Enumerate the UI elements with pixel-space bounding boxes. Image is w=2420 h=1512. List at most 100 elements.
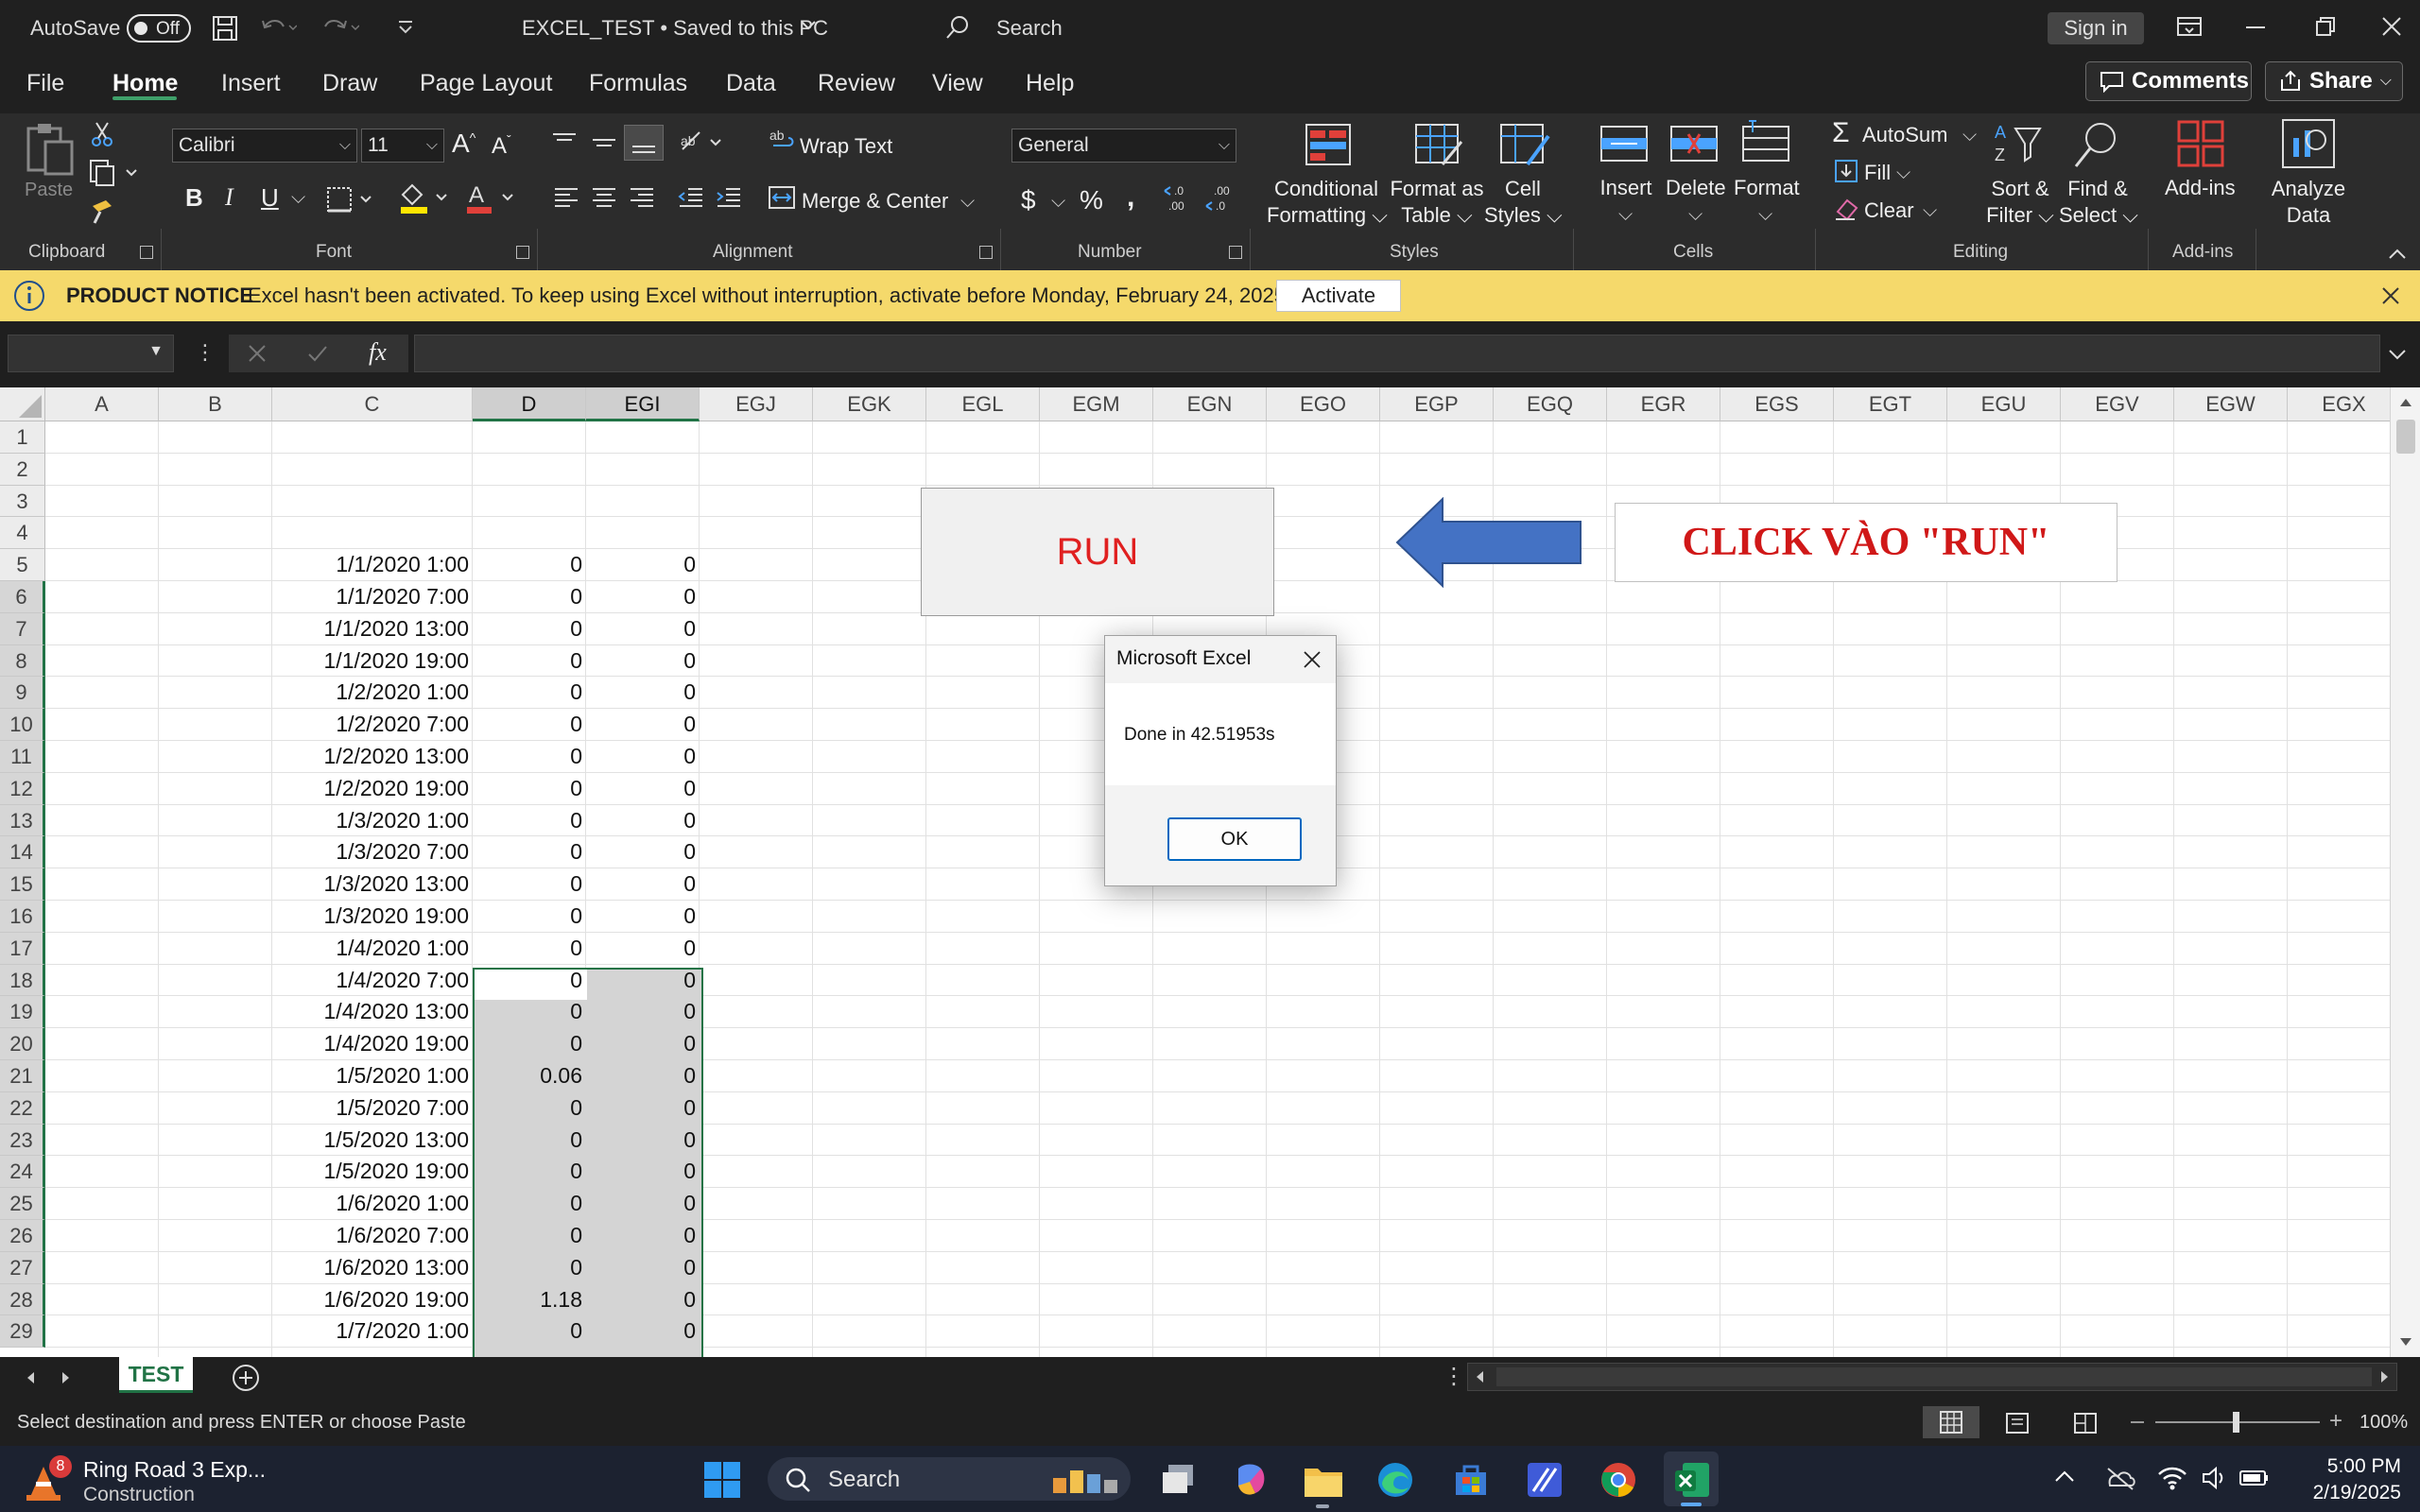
row-header[interactable]: 25 <box>0 1188 45 1220</box>
tab-file[interactable]: File <box>26 70 64 97</box>
sort-filter-button[interactable]: Sort & Filter ⌵ <box>1985 176 2055 229</box>
font-size-select[interactable]: 11 ⌵ <box>361 129 444 163</box>
cell-c-4[interactable] <box>272 517 473 549</box>
column-header-a[interactable]: A <box>45 387 159 421</box>
cell-d-9[interactable]: 0 <box>473 677 586 709</box>
page-layout-view-icon[interactable] <box>2004 1412 2031 1435</box>
task-view-icon[interactable] <box>1159 1461 1197 1499</box>
cell-c-25[interactable]: 1/6/2020 1:00 <box>272 1188 473 1220</box>
chrome-icon[interactable] <box>1599 1461 1637 1499</box>
cell-egi-23[interactable]: 0 <box>586 1125 700 1157</box>
clear-button[interactable]: Clear <box>1864 198 1914 223</box>
format-as-table-button[interactable]: Format as Table ⌵ <box>1388 176 1486 229</box>
close-notice-icon[interactable] <box>2380 285 2401 306</box>
analyze-data-button[interactable]: Analyze Data <box>2269 176 2348 229</box>
cell-d-17[interactable]: 0 <box>473 933 586 965</box>
column-header-b[interactable]: B <box>159 387 272 421</box>
cell-c-19[interactable]: 1/4/2020 13:00 <box>272 996 473 1028</box>
row-header[interactable]: 28 <box>0 1283 45 1316</box>
delete-dropdown-icon[interactable]: ⌵ <box>1688 204 1703 226</box>
cell-c-15[interactable]: 1/3/2020 13:00 <box>272 868 473 901</box>
row-header[interactable]: 2 <box>0 453 45 486</box>
tab-draw[interactable]: Draw <box>322 70 377 97</box>
cell-c-29[interactable]: 1/7/2020 1:00 <box>272 1315 473 1348</box>
sheet-tab-test[interactable]: TEST <box>119 1357 193 1393</box>
cell-egi-2[interactable] <box>586 454 700 486</box>
addins-button[interactable]: Add-ins <box>2165 176 2236 200</box>
format-as-table-icon[interactable] <box>1414 123 1465 168</box>
minimize-button[interactable] <box>2246 26 2265 28</box>
insert-function-button[interactable]: fx <box>369 338 387 367</box>
close-window-button[interactable] <box>2380 15 2403 38</box>
excel-taskbar-button[interactable] <box>1664 1452 1719 1506</box>
column-header-egv[interactable]: EGV <box>2061 387 2174 421</box>
cell-d-20[interactable]: 0 <box>473 1028 586 1060</box>
cell-c-2[interactable] <box>272 454 473 486</box>
cell-c-16[interactable]: 1/3/2020 19:00 <box>272 901 473 933</box>
align-center-icon[interactable] <box>590 185 618 210</box>
tab-formulas[interactable]: Formulas <box>589 70 687 97</box>
cell-d-23[interactable]: 0 <box>473 1125 586 1157</box>
cell-d-28[interactable]: 1.18 <box>473 1284 586 1316</box>
edge-icon[interactable] <box>1376 1461 1414 1499</box>
fill-button[interactable]: Fill <box>1864 161 1891 185</box>
align-bottom-icon[interactable] <box>624 125 664 161</box>
underline-dropdown-icon[interactable]: ⌵ <box>291 187 305 209</box>
cell-d-27[interactable]: 0 <box>473 1252 586 1284</box>
scroll-up-icon[interactable] <box>2398 395 2413 408</box>
formula-bar-options-icon[interactable]: ⋮ <box>195 340 216 365</box>
clear-dropdown-icon[interactable]: ⌵ <box>1923 200 1937 222</box>
align-top-icon[interactable] <box>550 130 579 155</box>
tab-home[interactable]: Home <box>112 70 178 97</box>
redo-icon[interactable] <box>321 15 359 42</box>
app-icon[interactable] <box>1526 1461 1564 1499</box>
column-header-egt[interactable]: EGT <box>1834 387 1947 421</box>
customize-qat-icon[interactable] <box>395 17 416 38</box>
conditional-formatting-icon[interactable] <box>1305 123 1352 166</box>
add-sheet-icon[interactable] <box>231 1363 261 1393</box>
number-launcher-icon[interactable] <box>1229 246 1242 259</box>
increase-indent-icon[interactable] <box>715 185 743 210</box>
row-header[interactable]: 1 <box>0 421 45 454</box>
cell-c-9[interactable]: 1/2/2020 1:00 <box>272 677 473 709</box>
number-format-select[interactable]: General ⌵ <box>1011 129 1236 163</box>
dialog-close-icon[interactable] <box>1302 649 1322 670</box>
cell-c-6[interactable]: 1/1/2020 7:00 <box>272 581 473 613</box>
cell-egi-24[interactable]: 0 <box>586 1156 700 1188</box>
row-header[interactable]: 5 <box>0 549 45 581</box>
tab-view[interactable]: View <box>932 70 983 97</box>
align-middle-icon[interactable] <box>590 130 618 155</box>
delete-button[interactable]: Delete <box>1666 176 1726 200</box>
cell-egi-29[interactable]: 0 <box>586 1315 700 1348</box>
merge-center-icon[interactable] <box>768 183 796 212</box>
cell-d-22[interactable]: 0 <box>473 1092 586 1125</box>
find-select-icon[interactable] <box>2072 119 2123 170</box>
row-header[interactable]: 3 <box>0 485 45 518</box>
cell-c-23[interactable]: 1/5/2020 13:00 <box>272 1125 473 1157</box>
enter-entry-icon[interactable] <box>306 342 329 365</box>
cell-styles-button[interactable]: Cell Styles ⌵ <box>1484 176 1563 229</box>
cell-c-1[interactable] <box>272 421 473 454</box>
normal-view-button[interactable] <box>1923 1406 1979 1438</box>
align-left-icon[interactable] <box>552 185 580 210</box>
select-all-corner[interactable] <box>0 387 45 421</box>
font-launcher-icon[interactable] <box>516 246 529 259</box>
tab-page-layout[interactable]: Page Layout <box>420 70 552 97</box>
increase-decimal-icon[interactable]: .0.00 <box>1163 183 1195 214</box>
cell-egi-1[interactable] <box>586 421 700 454</box>
alignment-launcher-icon[interactable] <box>979 246 993 259</box>
battery-icon[interactable] <box>2238 1465 2271 1491</box>
cell-c-11[interactable]: 1/2/2020 13:00 <box>272 741 473 773</box>
column-header-egu[interactable]: EGU <box>1947 387 2061 421</box>
shrink-font-icon[interactable]: Aˇ <box>492 132 511 160</box>
fill-dropdown-icon[interactable]: ⌵ <box>1896 163 1910 184</box>
align-right-icon[interactable] <box>628 185 656 210</box>
sort-filter-icon[interactable]: AZ <box>1993 119 2046 168</box>
cell-c-13[interactable]: 1/3/2020 1:00 <box>272 805 473 837</box>
row-header[interactable]: 23 <box>0 1124 45 1157</box>
row-header[interactable]: 17 <box>0 932 45 965</box>
clipboard-launcher-icon[interactable] <box>140 246 153 259</box>
cell-c-22[interactable]: 1/5/2020 7:00 <box>272 1092 473 1125</box>
row-header[interactable]: 8 <box>0 644 45 678</box>
row-header[interactable]: 14 <box>0 836 45 869</box>
